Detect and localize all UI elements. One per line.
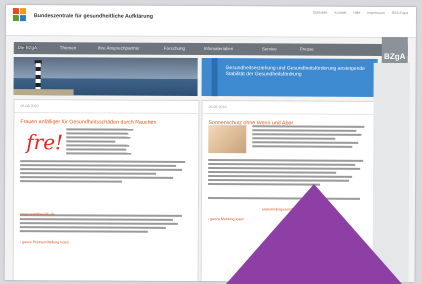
meta-link-hilfe[interactable]: Hilfe — [353, 11, 360, 15]
meta-link-impressum[interactable]: Impressum — [367, 11, 384, 15]
news-column-left: 06.08.2010 Frauen anfälliger für Gesundh… — [12, 99, 200, 283]
nav-item-service[interactable]: Service — [262, 46, 277, 51]
meta-navigation: Startseite Kontakt Hilfe Impressum RSS-F… — [307, 11, 408, 15]
nav-item-forschung[interactable]: Forschung — [164, 46, 185, 51]
meta-link-start[interactable]: Startseite — [313, 11, 328, 15]
news-date: 06.08.2010 — [14, 100, 199, 115]
news-more-link[interactable]: › ganze Pressemitteilung lesen — [20, 240, 69, 244]
bzga-brand-box[interactable]: BZgA — [381, 36, 408, 64]
sun-protection-image — [208, 125, 247, 154]
nav-item-presse[interactable]: Presse — [300, 47, 314, 52]
news-date: 25.05.2010 — [202, 101, 379, 115]
rauchfrei-link[interactable]: www.rauchfrei-info.de — [20, 212, 55, 216]
nav-item-infomaterialien[interactable]: Infomaterialien — [204, 46, 234, 51]
logo-icon[interactable] — [12, 8, 29, 26]
news-teaser-text — [66, 128, 136, 156]
nav-item-ansprechpartner[interactable]: Ihre Ansprechpartner — [98, 45, 140, 50]
news-headline[interactable]: Frauen anfälliger für Gesundheitsschäden… — [14, 113, 198, 126]
hero-lighthouse-image — [13, 57, 198, 97]
news-body-text-2 — [19, 214, 190, 235]
news-teaser-text — [252, 125, 370, 150]
meta-link-kontakt[interactable]: Kontakt — [334, 11, 346, 15]
purple-overlay-shape — [226, 184, 402, 284]
news-body-text — [20, 160, 190, 185]
main-navigation: Die BZgA Themen Ihre Ansprechpartner For… — [13, 42, 408, 57]
nav-item-themen[interactable]: Themen — [60, 45, 77, 50]
rauchfrei-logo-image: fre! — [26, 130, 64, 155]
site-title[interactable]: Bundeszentrale für gesundheitliche Aufkl… — [34, 13, 153, 20]
hero-info-panel[interactable]: Gesundheitserziehung und Gesundheitsförd… — [201, 58, 378, 97]
site-header: Bundeszentrale für gesundheitliche Aufkl… — [5, 5, 416, 39]
meta-link-rss[interactable]: RSS-Feed — [392, 11, 408, 15]
hero-panel-text: Gesundheitserziehung und Gesundheitsförd… — [225, 65, 365, 78]
nav-item-bzga[interactable]: Die BZgA — [17, 45, 38, 51]
